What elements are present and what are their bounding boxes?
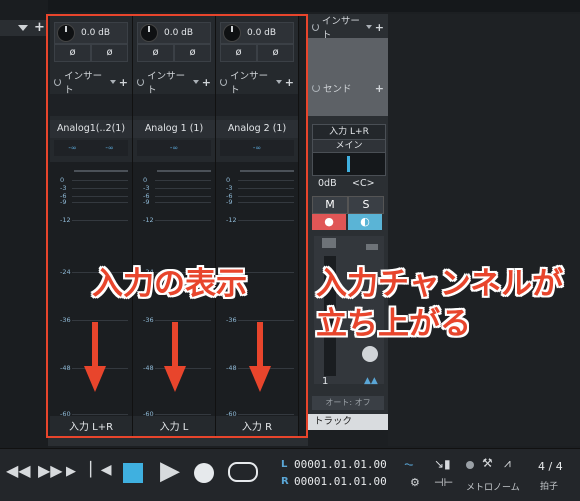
pan-indicator [347, 156, 350, 172]
stop-button[interactable] [123, 463, 143, 483]
fader-cap[interactable] [322, 238, 336, 248]
wave-icon[interactable]: ⏦ [404, 457, 414, 472]
mute-button[interactable]: M [312, 196, 348, 214]
insert-label: インサート [321, 16, 360, 41]
precount-icon[interactable] [466, 461, 474, 469]
automation-button[interactable]: オート: オフ [312, 396, 384, 410]
annotation-input-display: 入力の表示 [92, 266, 247, 302]
rewind-icon[interactable]: ◀◀ [6, 461, 31, 480]
track-panel: インサート + センド + 入力 L+R メイン 0dB <C> M S ● ◐… [308, 14, 388, 430]
fader-handle[interactable] [366, 244, 378, 250]
track-label: トラック [308, 414, 388, 430]
settings-icon[interactable]: ⚙ [410, 476, 420, 489]
pan-display[interactable] [312, 152, 386, 176]
arrow-icon [172, 322, 178, 368]
send-slot[interactable] [308, 98, 388, 116]
top-strip [0, 0, 580, 12]
left-locator-label: L [281, 459, 288, 470]
insert-slot[interactable] [308, 38, 388, 78]
annotation-input-channel: 入力チャンネルが [316, 266, 564, 302]
dropdown-icon[interactable] [18, 25, 28, 31]
insert-row[interactable]: インサート + [308, 16, 388, 41]
right-empty-area [388, 14, 580, 446]
play-button[interactable]: ▶ [160, 456, 180, 486]
arrow-icon [164, 366, 186, 392]
play-small-icon[interactable]: ▶ [66, 464, 76, 479]
return-to-start-icon[interactable]: ▏◀ [90, 462, 112, 478]
time-signature-label: 拍子 [540, 482, 559, 492]
record-arm-button[interactable]: ● [312, 214, 346, 230]
volume-readout: 0dB [318, 178, 337, 189]
arrow-icon [249, 366, 271, 392]
solo-button[interactable]: S [348, 196, 384, 214]
arrow-icon [257, 322, 263, 368]
pan-readout: <C> [352, 178, 375, 189]
knob-icon[interactable] [362, 346, 378, 362]
send-row[interactable]: センド + [308, 78, 388, 98]
power-icon[interactable] [312, 23, 319, 31]
monitor-button[interactable]: ◐ [348, 214, 382, 230]
horizontal-scrollbar[interactable] [48, 438, 308, 446]
click-icon[interactable]: ⊣⊢ [434, 476, 453, 489]
transport-bar [0, 448, 580, 501]
plus-icon[interactable]: + [375, 21, 384, 34]
loop-icon[interactable] [228, 462, 258, 482]
plus-icon[interactable]: + [375, 82, 384, 95]
left-locator-time[interactable]: 00001.01.01.00 [294, 458, 387, 471]
record-button[interactable] [194, 463, 214, 483]
left-gutter [0, 0, 48, 448]
power-icon[interactable] [312, 84, 320, 92]
annotation-rises: 立ち上がる [316, 306, 471, 342]
output-selector[interactable]: メイン [312, 139, 386, 153]
channel-number: 1 [322, 376, 329, 387]
tempo-icon[interactable]: ⚒ [482, 456, 493, 470]
metronome-icon[interactable]: ⩘ [504, 456, 511, 471]
plus-icon[interactable]: + [34, 20, 45, 35]
arrow-icon [84, 366, 106, 392]
send-label: センド [323, 84, 352, 95]
input-selector[interactable]: 入力 L+R [312, 124, 386, 140]
right-locator-time[interactable]: 00001.01.01.00 [294, 475, 387, 488]
arrow-icon [92, 322, 98, 368]
chevron-down-icon[interactable] [365, 25, 372, 29]
waveform-icon: ▲▲ [364, 376, 378, 386]
right-locator-label: R [281, 476, 289, 487]
metronome-label: メトロノーム [466, 483, 520, 493]
fast-forward-icon[interactable]: ▶▶ [38, 461, 63, 480]
time-signature[interactable]: 4 / 4 [538, 460, 563, 473]
left-toolbar: + [0, 20, 48, 36]
marker-icon[interactable]: ↘▮ [434, 457, 451, 471]
